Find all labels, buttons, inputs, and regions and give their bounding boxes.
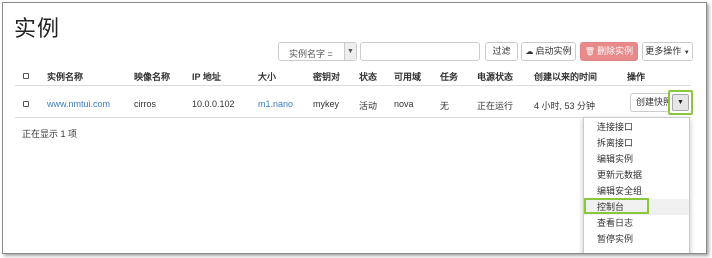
filter-field-label: 实例名字 = bbox=[289, 49, 333, 59]
row-checkbox[interactable] bbox=[23, 101, 29, 107]
more-actions-button[interactable]: 更多操作 ▼ bbox=[642, 42, 693, 61]
col-header-task[interactable]: 任务 bbox=[440, 70, 458, 83]
instance-image: cirros bbox=[134, 99, 156, 109]
col-header-actions: 操作 bbox=[627, 72, 646, 82]
instances-panel: 实例 实例名字 = ▼ 过滤 ☁ 启动实例 🗑 删除实例 更多操作 ▼ 实例名称 映… bbox=[2, 2, 707, 254]
item-count: 正在显示 1 项 bbox=[22, 129, 78, 139]
instance-zone: nova bbox=[394, 99, 414, 109]
menu-item-pause-instance[interactable]: 暂停实例 bbox=[584, 231, 689, 247]
instance-keypair: mykey bbox=[313, 99, 340, 109]
actions-dropdown-toggle[interactable]: ▼ bbox=[668, 90, 693, 115]
instance-age: 4 小时, 53 分钟 bbox=[534, 101, 596, 111]
col-header-size[interactable]: 大小 bbox=[258, 70, 276, 83]
delete-instance-button[interactable]: 🗑 删除实例 bbox=[580, 42, 638, 61]
menu-item-view-log[interactable]: 查看日志 bbox=[584, 215, 689, 231]
filter-button[interactable]: 过滤 bbox=[485, 42, 518, 61]
actions-dropdown-menu: 连接接口 拆离接口 编辑实例 更新元数据 编辑安全组 控制台 查看日志 暂停实例 bbox=[583, 117, 690, 253]
col-header-image[interactable]: 映像名称 bbox=[134, 70, 170, 83]
menu-item-update-metadata[interactable]: 更新元数据 bbox=[584, 167, 689, 183]
col-header-power[interactable]: 电源状态 bbox=[477, 70, 513, 83]
instance-ip: 10.0.0.102 bbox=[192, 99, 235, 109]
col-header-zone[interactable]: 可用域 bbox=[394, 70, 421, 83]
menu-item-console[interactable]: 控制台 bbox=[584, 199, 689, 215]
menu-item-attach-interface[interactable]: 连接接口 bbox=[584, 119, 689, 135]
launch-instance-button[interactable]: ☁ 启动实例 bbox=[521, 42, 576, 61]
delete-instance-label: 删除实例 bbox=[597, 46, 634, 56]
instance-size-link[interactable]: m1.nano bbox=[258, 99, 293, 109]
page-title: 实例 bbox=[14, 17, 61, 42]
col-header-status[interactable]: 状态 bbox=[359, 70, 377, 83]
caret-down-icon: ▼ bbox=[672, 94, 689, 111]
select-all-checkbox[interactable] bbox=[23, 73, 29, 79]
more-actions-label: 更多操作 bbox=[645, 46, 682, 56]
col-header-keypair[interactable]: 密钥对 bbox=[313, 70, 340, 83]
instance-name-link[interactable]: www.nmtui.com bbox=[47, 99, 110, 109]
menu-item-edit-instance[interactable]: 编辑实例 bbox=[584, 151, 689, 167]
create-snapshot-button[interactable]: 创建快照 bbox=[630, 93, 671, 112]
instance-status: 活动 bbox=[359, 101, 378, 111]
trash-icon: 🗑 bbox=[584, 47, 596, 56]
menu-item-detach-interface[interactable]: 拆离接口 bbox=[584, 135, 689, 151]
col-header-age[interactable]: 创建以来的时间 bbox=[534, 70, 597, 83]
cloud-upload-icon: ☁ bbox=[525, 47, 534, 56]
chevron-down-icon: ▼ bbox=[344, 43, 356, 60]
instance-task: 无 bbox=[440, 101, 450, 111]
col-header-ip[interactable]: IP 地址 bbox=[192, 70, 221, 83]
header-divider bbox=[15, 85, 691, 86]
menu-item-edit-security-groups[interactable]: 编辑安全组 bbox=[584, 183, 689, 199]
col-header-name[interactable]: 实例名称 bbox=[47, 70, 83, 83]
filter-field-select[interactable]: 实例名字 = ▼ bbox=[278, 42, 357, 61]
filter-input[interactable] bbox=[360, 42, 480, 61]
launch-instance-label: 启动实例 bbox=[535, 46, 572, 56]
instance-power-state: 正在运行 bbox=[477, 101, 514, 111]
caret-down-icon: ▼ bbox=[683, 50, 690, 56]
